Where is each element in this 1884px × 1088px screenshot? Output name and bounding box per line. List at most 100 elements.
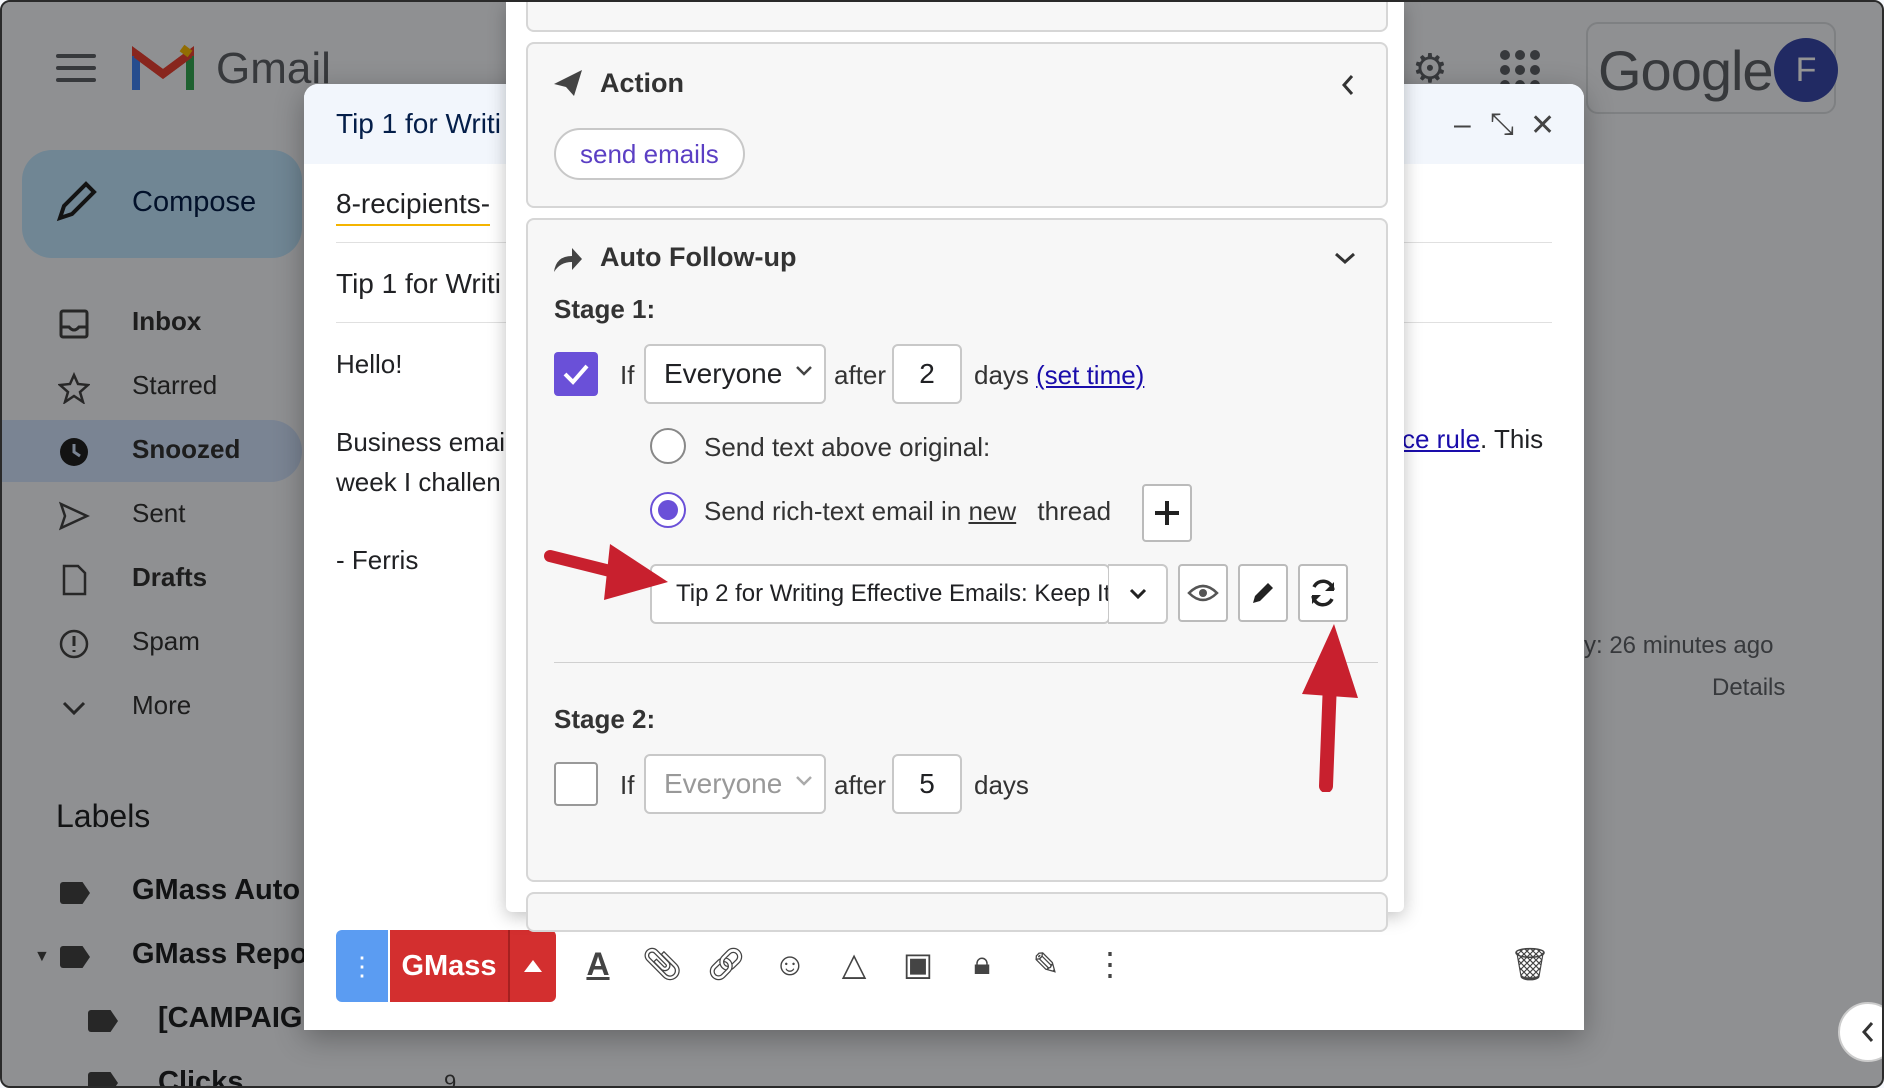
- edit-button[interactable]: [1238, 564, 1288, 622]
- followup-template-select[interactable]: Tip 2 for Writing Effective Emails: Keep…: [650, 564, 1110, 624]
- stage-1-label: Stage 1:: [554, 294, 656, 324]
- expand-caret-icon[interactable]: ▼: [34, 948, 50, 966]
- sidebar-item-starred[interactable]: Starred: [2, 356, 302, 418]
- link-icon[interactable]: 🔗︎: [706, 944, 747, 984]
- plus-icon: [1155, 501, 1179, 525]
- if-label: If: [620, 770, 635, 800]
- draft-file-icon: [62, 564, 87, 596]
- radio-send-text-above[interactable]: [650, 428, 686, 464]
- annotation-arrow-up: [1302, 624, 1358, 792]
- emoji-icon[interactable]: ☺: [770, 944, 810, 984]
- label-count: 9: [444, 1070, 457, 1088]
- stage-2-days-input[interactable]: 5: [892, 754, 962, 814]
- image-icon[interactable]: ▣: [898, 944, 938, 984]
- stage-1-checkbox[interactable]: [554, 352, 598, 396]
- next-card-edge: [526, 892, 1388, 932]
- option-new-prefix: Send rich-text email in: [704, 496, 962, 526]
- refresh-icon: [1311, 579, 1335, 607]
- body-greeting[interactable]: Hello!: [336, 344, 402, 384]
- label-item[interactable]: GMass Auto: [132, 874, 300, 907]
- refresh-button[interactable]: [1298, 564, 1348, 622]
- sidebar-item-label: Spam: [132, 626, 200, 656]
- close-icon[interactable]: ✕: [1530, 108, 1555, 143]
- gmass-settings-panel: Action send emails Auto Follow-up Stage …: [506, 2, 1404, 932]
- eye-icon: [1187, 584, 1219, 602]
- option-new-label: Send rich-text email in new thread: [704, 496, 1111, 527]
- body-line[interactable]: Business emai: [336, 422, 505, 462]
- compose-button[interactable]: Compose: [22, 150, 302, 258]
- compose-title: Tip 1 for Writi: [336, 108, 501, 139]
- details-link[interactable]: Details: [1712, 674, 1785, 702]
- main-menu-icon[interactable]: [56, 54, 96, 84]
- chevron-left-icon: [1861, 1022, 1874, 1042]
- gmass-options-button[interactable]: [508, 930, 556, 1002]
- sidebar-item-label: More: [132, 690, 192, 720]
- clock-icon: [60, 438, 88, 466]
- body-line[interactable]: week I challen: [336, 462, 501, 502]
- label-item[interactable]: GMass Repo: [132, 938, 308, 971]
- sidebar-item-inbox[interactable]: Inbox: [2, 292, 302, 354]
- subject-field[interactable]: Tip 1 for Writi: [336, 268, 501, 300]
- after-label: after: [834, 360, 887, 390]
- star-icon: [58, 372, 90, 404]
- action-title: Action: [600, 68, 684, 98]
- caret-up-icon: [524, 960, 542, 972]
- sidebar-item-label: Starred: [132, 370, 218, 400]
- body-link[interactable]: ce rule: [1402, 424, 1480, 454]
- set-time-link[interactable]: (set time): [1036, 360, 1144, 391]
- minimize-icon[interactable]: –: [1454, 108, 1471, 142]
- radio-send-new-thread[interactable]: [650, 492, 686, 528]
- stage-1-days-input[interactable]: 2: [892, 344, 962, 404]
- sidebar-item-drafts[interactable]: Drafts: [2, 548, 302, 610]
- confidential-lock-icon[interactable]: 🔒︎: [962, 944, 1002, 984]
- after-label: after: [834, 770, 887, 800]
- body-right-fragment: ce rule. This: [1402, 424, 1543, 455]
- option-above-label: Send text above original:: [704, 432, 991, 462]
- forward-arrow-icon: [554, 248, 582, 272]
- sidebar-item-sent[interactable]: Sent: [2, 484, 302, 546]
- stage-1-audience-select[interactable]: Everyone: [644, 344, 826, 404]
- days-label: days: [974, 360, 1029, 390]
- last-activity-text: ity: 26 minutes ago: [1572, 632, 1774, 659]
- stage-2-checkbox[interactable]: [554, 762, 598, 806]
- stage-2-audience-select[interactable]: Everyone: [644, 754, 826, 814]
- gmass-settings-button[interactable]: ⋮: [336, 930, 388, 1002]
- chevron-left-icon[interactable]: [1340, 74, 1356, 96]
- sidebar-item-spam[interactable]: Spam: [2, 612, 302, 674]
- compose-label: Compose: [132, 186, 257, 218]
- stage-divider: [554, 662, 1378, 663]
- sidebar-item-snoozed[interactable]: Snoozed: [2, 420, 302, 482]
- gmass-send-button[interactable]: GMass: [390, 930, 508, 1002]
- trash-icon[interactable]: 🗑︎: [1510, 944, 1551, 984]
- label-item[interactable]: [CAMPAIG: [158, 1002, 302, 1035]
- collapse-side-panel-button[interactable]: [1838, 1002, 1882, 1062]
- auto-followup-title: Auto Follow-up: [600, 242, 797, 272]
- checkmark-icon: [563, 364, 589, 385]
- days-label: days: [974, 770, 1029, 800]
- select-value: Everyone: [664, 358, 783, 389]
- label-item[interactable]: Clicks: [158, 1066, 243, 1086]
- template-dropdown-button[interactable]: [1108, 564, 1168, 624]
- recipients-field[interactable]: 8-recipients-: [336, 188, 491, 226]
- action-card: Action send emails: [526, 42, 1388, 208]
- signature-pen-icon[interactable]: ✎: [1026, 944, 1066, 984]
- labels-heading: Labels: [56, 798, 151, 834]
- add-button[interactable]: [1142, 484, 1192, 542]
- exit-fullscreen-icon[interactable]: ⤡: [1490, 108, 1514, 142]
- chevron-down-icon: [1129, 588, 1146, 600]
- body-signature[interactable]: - Ferris: [336, 540, 418, 580]
- sidebar-item-label: Sent: [132, 498, 186, 528]
- drive-icon[interactable]: △: [834, 944, 874, 984]
- preview-button[interactable]: [1178, 564, 1228, 622]
- option-new-word: new: [968, 496, 1017, 526]
- chevron-down-icon[interactable]: [1334, 250, 1356, 266]
- text-format-icon[interactable]: A: [578, 944, 618, 984]
- more-options-icon[interactable]: ⋮: [1090, 944, 1130, 984]
- if-label: If: [620, 360, 635, 390]
- select-value: Everyone: [664, 768, 783, 799]
- avatar[interactable]: F: [1774, 38, 1838, 102]
- paper-plane-icon: [554, 70, 582, 96]
- send-emails-pill[interactable]: send emails: [554, 128, 745, 180]
- sidebar-item-more[interactable]: More: [2, 676, 302, 738]
- attach-icon[interactable]: 📎︎: [642, 944, 683, 984]
